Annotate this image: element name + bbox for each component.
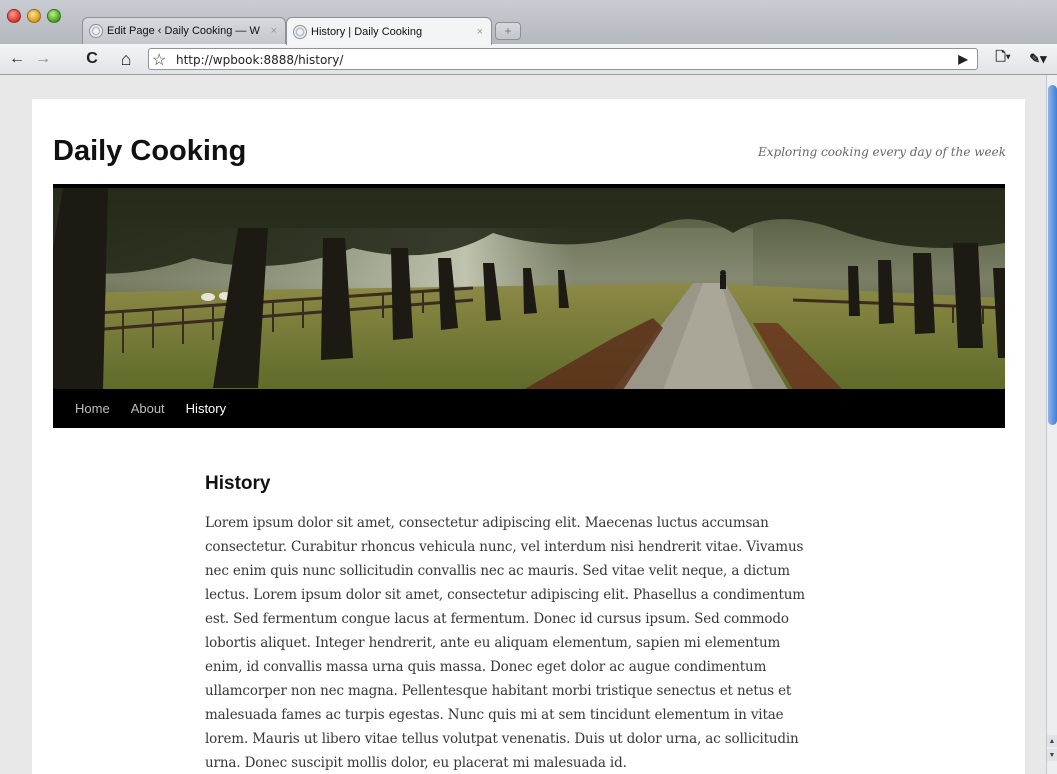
entry-line: Lorem ipsum dolor sit amet, consectetur … [205,515,769,531]
nav-item-history[interactable]: History [186,401,226,416]
browser-toolbar: ← → C ⌂ ☆ http://wpbook:8888/history/ ▶ … [0,44,1057,75]
entry-line: nec enim quis nunc sollicitudin convalli… [205,563,790,579]
url-text[interactable]: http://wpbook:8888/history/ [176,53,343,67]
scroll-up-arrow-icon[interactable]: ▲ [1047,735,1057,747]
tree-lined-path-image [53,188,1005,390]
scroll-down-arrow-icon[interactable]: ▼ [1047,749,1057,761]
tools-menu-button[interactable]: ✎▾ [1023,49,1053,69]
entry-line: lectus. Lorem ipsum dolor sit amet, cons… [205,587,805,603]
go-button[interactable]: ▶ [955,49,971,69]
tab-edit-page[interactable]: Edit Page ‹ Daily Cooking — W × [82,17,286,44]
address-bar[interactable]: ☆ http://wpbook:8888/history/ [148,48,978,70]
new-tab-button[interactable]: + [495,22,521,40]
close-window-button[interactable] [7,9,21,23]
nav-item-about[interactable]: About [131,401,165,416]
star-icon[interactable]: ☆ [152,50,166,70]
zoom-window-button[interactable] [47,9,61,23]
tab-title: Edit Page ‹ Daily Cooking — W [107,25,260,37]
tab-strip: Edit Page ‹ Daily Cooking — W × History … [0,0,1057,45]
scrollbar-thumb[interactable] [1048,85,1057,425]
tab-history[interactable]: History | Daily Cooking × [286,17,492,45]
nav-item-home[interactable]: Home [75,401,110,416]
globe-icon [89,24,103,38]
main-navigation: Home About History [53,389,1005,428]
site-title[interactable]: Daily Cooking [53,135,246,168]
site-tagline: Exploring cooking every day of the week [757,145,1006,159]
page-viewport: Daily Cooking Exploring cooking every da… [0,75,1046,774]
home-button[interactable]: ⌂ [115,49,137,69]
entry-line: enim, id convallis massa urna quis massa… [205,659,767,675]
entry-content: Lorem ipsum dolor sit amet, consectetur … [205,511,860,774]
header-banner-image [53,184,1005,390]
minimize-window-button[interactable] [27,9,41,23]
back-button[interactable]: ← [7,49,27,69]
vertical-scrollbar[interactable]: ▲ ▼ [1046,75,1057,774]
entry-line: consectetur. Curabitur rhoncus vehicula … [205,539,804,555]
page-menu-button[interactable]: 🗋▾ [989,49,1017,69]
entry-line: est. Sed fermentum congue lacus at ferme… [205,611,789,627]
site-page: Daily Cooking Exploring cooking every da… [32,99,1025,774]
reload-button[interactable]: C [82,49,102,69]
entry-line: lobortis aliquet. Integer hendrerit, ant… [205,635,781,651]
close-icon[interactable]: × [477,26,483,38]
entry-line: malesuada fames ac turpis egestas. Nunc … [205,707,784,723]
tab-title: History | Daily Cooking [311,25,423,38]
forward-button[interactable]: → [33,49,53,69]
close-icon[interactable]: × [271,25,277,37]
entry-line: ullamcorper non nec magna. Pellentesque … [205,683,792,699]
entry-title: History [205,473,271,494]
entry-line: urna. Donec suscipit mollis dolor, eu pl… [205,755,627,771]
globe-icon [293,24,307,39]
entry-line: lorem. Mauris ut libero vitae tellus vol… [205,731,799,747]
